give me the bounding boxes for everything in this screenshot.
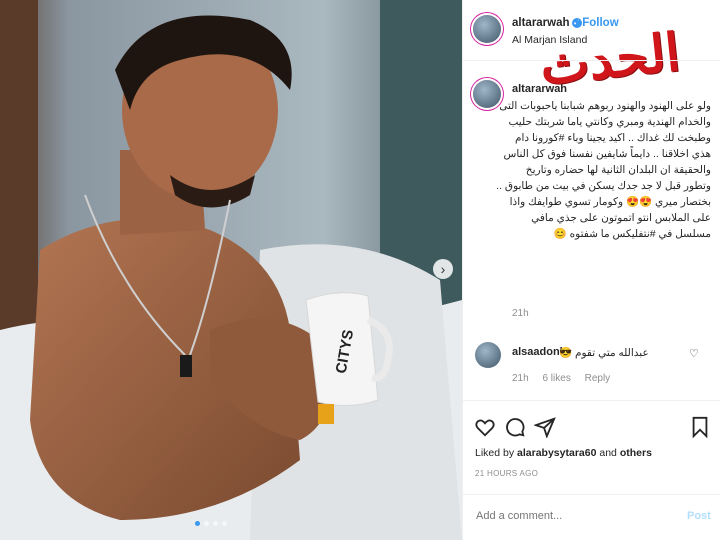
username-text[interactable]: altararwah xyxy=(512,17,570,29)
caption-text: ولو على الهنود والهنود ربوهم شبابنا ياحب… xyxy=(496,100,711,240)
liked-by-user[interactable]: alarabysytara60 xyxy=(517,447,596,459)
caption-username[interactable]: altararwah xyxy=(512,83,567,95)
carousel-dot xyxy=(204,521,209,526)
comment-text: 😎 عبدالله متي تقوم xyxy=(559,347,649,359)
liked-by: Liked by alarabysytara60 and others xyxy=(475,447,652,459)
caption-time: 21h xyxy=(512,308,529,319)
post-header: altararwah ✓ • Follow Al Marjan Island xyxy=(463,0,720,61)
carousel-dots xyxy=(195,521,227,526)
separator: • xyxy=(575,17,580,29)
comment-time: 21h xyxy=(512,373,529,384)
follow-button[interactable]: • Follow xyxy=(575,17,619,29)
add-comment-bar: Post xyxy=(463,494,720,541)
carousel-dot xyxy=(222,521,227,526)
carousel-dot-active xyxy=(195,521,200,526)
heart-icon[interactable] xyxy=(474,416,496,438)
carousel-dot xyxy=(213,521,218,526)
add-comment-input[interactable] xyxy=(474,509,658,523)
liked-by-and: and xyxy=(599,447,617,459)
post-location[interactable]: Al Marjan Island xyxy=(512,34,587,46)
comment-likes[interactable]: 6 likes xyxy=(542,373,570,384)
comment-reply-button[interactable]: Reply xyxy=(585,373,611,384)
liked-by-others[interactable]: others xyxy=(620,447,652,459)
liked-by-prefix: Liked by xyxy=(475,447,515,459)
comment-icon[interactable] xyxy=(504,416,526,438)
post-sidebar: altararwah ✓ • Follow Al Marjan Island al… xyxy=(462,0,720,540)
post-photo[interactable]: CITYS › xyxy=(0,0,462,540)
next-image-button[interactable]: › xyxy=(433,259,453,279)
comment-meta: 21h 6 likes Reply xyxy=(512,373,621,384)
post-username[interactable]: altararwah ✓ xyxy=(512,17,582,29)
photo-scene: CITYS xyxy=(0,0,462,540)
follow-label[interactable]: Follow xyxy=(582,17,618,29)
post-timestamp: 21 HOURS AGO xyxy=(475,469,539,478)
chevron-right-icon: › xyxy=(440,261,446,277)
comment-like-heart-icon[interactable]: ♡ xyxy=(689,347,699,360)
comment-avatar[interactable] xyxy=(475,342,501,368)
post-comment-button[interactable]: Post xyxy=(687,510,711,522)
save-icon[interactable] xyxy=(689,416,711,438)
share-icon[interactable] xyxy=(534,416,556,438)
avatar[interactable] xyxy=(473,15,501,43)
